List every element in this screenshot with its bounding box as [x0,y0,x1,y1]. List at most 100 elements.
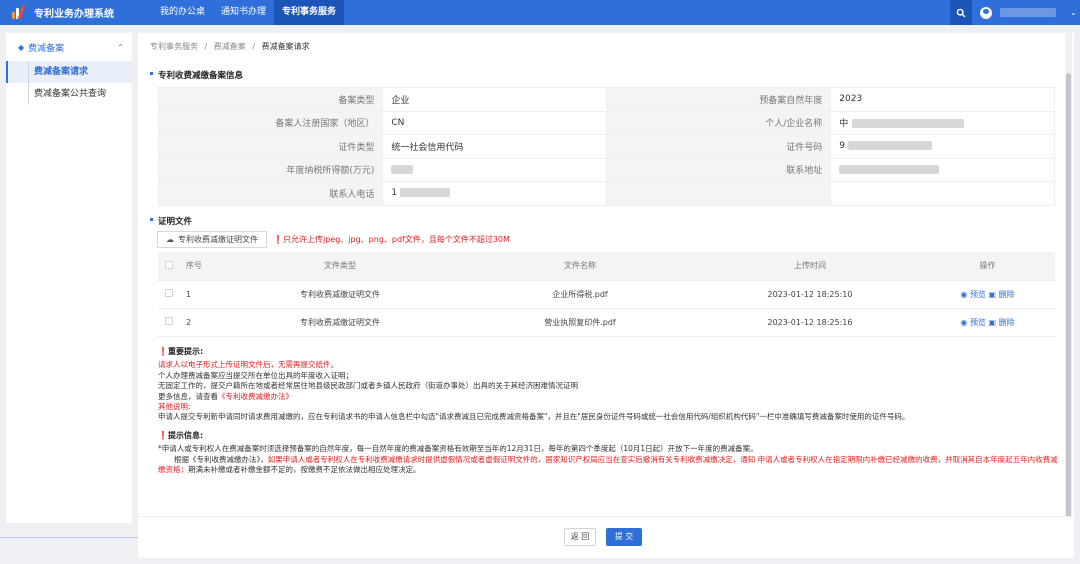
more-info-text: 更多信息，请查看 [158,391,218,401]
breadcrumb-separator: / [204,42,208,51]
preview-label: 预览 [969,289,986,299]
col-header-time: 上传时间 [700,252,920,281]
search-button[interactable] [950,0,972,25]
info-row: 证件类型 统一社会信用代码 证件号码 9 [157,134,1055,159]
other-notes-title: 其他说明: [158,402,191,412]
id-number-prefix: 9 [839,141,845,152]
sidebar-item-public-query[interactable]: 费减备案公共查询 [6,83,132,105]
info-row: 备案人注册国家（地区） CN 个人/企业名称 中 [157,110,1055,135]
hint-line: *申请人或专利权人在费减备案时须选择预备案的自然年度，每一自然年度的费减备案资格… [158,444,758,454]
sidebar-group-fee-reduction[interactable]: ◆ 费减备案 ⌃ [6,33,132,61]
info-label: 个人/企业名称 [605,110,832,135]
info-row: 年度纳税所得额(万元) 联系地址 [157,157,1055,182]
breadcrumb-separator: / [252,42,256,51]
info-value-company: 中 [830,110,1055,135]
row-upload-time: 2023-01-12 18:25:10 [700,280,920,309]
footer-bar: 返 回 提 交 [138,516,1074,558]
info-value-id: 9 [830,134,1055,159]
info-value-income [382,157,607,182]
info-label: 预备案自然年度 [605,87,832,112]
delete-link[interactable]: ▣ 删除 [988,318,1014,327]
upload-tip-text: 只允许上传jpeg、jpg、png、pdf文件，且每个文件不超过30M [282,235,510,244]
info-value: CN [382,110,607,135]
info-value-phone: 1 [382,181,607,206]
nav-notices[interactable]: 通知书办理 [213,0,274,25]
submit-button[interactable]: 提 交 [606,528,642,546]
shield-icon: ◆ [18,42,25,52]
hint-title-text: 提示信息: [167,430,204,440]
important-line: 无固定工作的，提交户籍所在地或者经常居住地县级民政部门或者乡镇人民政府（街道办事… [158,381,578,391]
select-all-checkbox[interactable] [165,260,173,269]
section-title-info: 专利收费减缴备案信息 [149,71,244,81]
hint-text: 期满未补缴或者补缴金额不足的，按缴费不足依法做出相应处理决定。 [188,465,421,475]
upload-button-label: 专利收费减缴证明文件 [178,235,258,244]
chevron-up-icon: ⌃ [117,42,124,52]
row-ops: ◉ 预览 ▣ 删除 [920,308,1055,337]
regulation-link[interactable]: 《专利收费减缴办法》 [218,392,293,401]
eye-icon: ◉ [960,289,968,299]
delete-label: 删除 [998,289,1015,299]
info-row: 备案类型 企业 预备案自然年度 2023 [157,87,1055,112]
user-menu[interactable]: ⌄ [972,0,1080,25]
preview-label: 预览 [969,317,986,327]
sidebar-item-fee-reduction-request[interactable]: 费减备案请求 [6,61,132,83]
main-panel: 专利事务服务 / 费减备案 / 费减备案请求 专利收费减缴备案信息 备案类型 企… [138,33,1074,516]
sidebar-group-label: 费减备案 [28,43,65,54]
nav-patent-services[interactable]: 专利事务服务 [274,0,345,25]
row-select-cell [158,308,180,337]
upload-cloud-icon: ☁ [166,235,174,244]
nav-my-office[interactable]: 我的办公桌 [152,0,213,25]
info-label: 备案类型 [157,87,384,112]
company-name-prefix: 中 [839,119,849,130]
scrollbar-thumb[interactable] [1066,73,1071,535]
row-no: 1 [180,280,220,309]
breadcrumb-item[interactable]: 费减备案 [214,42,246,51]
upload-tip: ❗只允许上传jpeg、jpg、png、pdf文件，且每个文件不超过30M [273,235,510,244]
avatar [980,6,992,19]
delete-label: 删除 [998,317,1015,327]
row-no: 2 [180,308,220,337]
info-row: 联系人电话 1 [157,181,1055,206]
redacted-id-number [848,141,932,151]
redacted-income [391,164,414,174]
notes-section: ❗重要提示: 请求人以电子形式上传证明文件后，无需再提交纸件。 个人办理费减备案… [158,347,1058,475]
important-line: 更多信息，请查看《专利收费减缴办法》 [158,392,1058,402]
important-line: 请求人以电子形式上传证明文件后，无需再提交纸件。 [158,360,338,370]
preview-link[interactable]: ◉ 预览 [960,318,986,327]
row-upload-time: 2023-01-12 18:25:16 [700,308,920,337]
upload-row: ☁ 专利收费减缴证明文件 ❗只允许上传jpeg、jpg、png、pdf文件，且每… [157,231,510,248]
main-nav: 我的办公桌 通知书办理 专利事务服务 [152,0,345,25]
app-logo-icon [12,4,26,20]
upload-proof-button[interactable]: ☁ 专利收费减缴证明文件 [157,231,267,248]
preview-link[interactable]: ◉ 预览 [960,290,986,299]
info-value: 企业 [382,87,607,112]
row-type: 专利收费减缴证明文件 [220,280,460,309]
delete-link[interactable]: ▣ 删除 [988,290,1014,299]
search-icon [956,8,966,17]
info-label: 联系人电话 [157,181,384,206]
info-table: 备案类型 企业 预备案自然年度 2023 备案人注册国家（地区） CN 个人/企… [157,87,1055,206]
files-table-header: 序号 文件类型 文件名称 上传时间 操作 [158,252,1055,281]
info-value: 统一社会信用代码 [382,134,607,159]
info-value-empty [830,181,1055,206]
hint-text: 根据《专利收费减缴办法》， [174,454,268,464]
col-header-no: 序号 [180,252,220,281]
breadcrumb-current: 费减备案请求 [261,42,310,51]
top-right: ⌄ [950,0,1080,25]
back-button[interactable]: 返 回 [564,528,596,546]
row-checkbox[interactable] [165,289,173,297]
breadcrumb: 专利事务服务 / 费减备案 / 费减备案请求 [150,41,310,52]
info-label: 备案人注册国家（地区） [157,110,384,135]
table-row: 2 专利收费减缴证明文件 营业执照复印件.pdf 2023-01-12 18:2… [158,308,1055,337]
info-value-address [830,157,1055,182]
row-checkbox[interactable] [165,317,173,325]
hint-title: ❗提示信息: [158,430,204,440]
breadcrumb-item[interactable]: 专利事务服务 [150,42,198,51]
section-title-files: 证明文件 [149,217,193,227]
important-title: ❗重要提示: [158,347,204,356]
info-label: 年度纳税所得额(万元) [157,157,384,182]
hint-line: 根据《专利收费减缴办法》，如果申请人或者专利权人在专利收费减缴请求时提供虚假情况… [158,455,1058,476]
scrollbar[interactable] [1065,33,1072,535]
trash-icon: ▣ [988,289,997,299]
eye-icon: ◉ [960,317,968,327]
